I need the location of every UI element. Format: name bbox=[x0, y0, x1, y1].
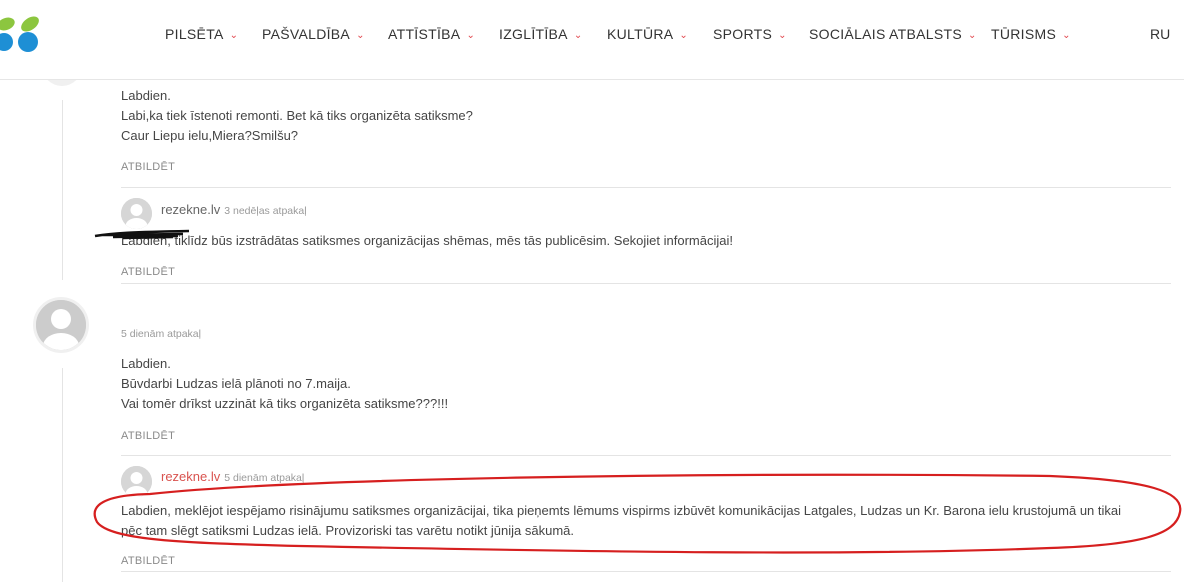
user-silhouette-icon bbox=[121, 198, 152, 229]
comment-date: 5 dienām atpakaļ bbox=[121, 328, 201, 340]
comment-text: Labdien, tiklīdz būs izstrādātas satiksm… bbox=[121, 233, 733, 248]
site-header: PILSĒTA ⌄ PAŠVALDĪBA ⌄ ATTĪSTĪBA ⌄ IZGLĪTĪB… bbox=[0, 0, 1184, 80]
nav-item-kultura[interactable]: KULTŪRA ⌄ bbox=[607, 26, 688, 42]
comment-text-line: Labdien. bbox=[121, 356, 171, 371]
nav-item-socialais-atbalsts[interactable]: SOCIĀLAIS ATBALSTS ⌄ bbox=[809, 26, 977, 42]
nav-item-pasvaldiba[interactable]: PAŠVALDĪBA ⌄ bbox=[262, 26, 365, 42]
comment-text-line: Labdien, meklējot iespējamo risinājumu s… bbox=[121, 503, 1122, 518]
comment-author: rezekne.lv 5 dienām atpakaļ bbox=[161, 469, 304, 484]
nav-item-label: TŪRISMS bbox=[991, 26, 1057, 42]
nav-item-label: PILSĒTA bbox=[165, 26, 224, 42]
comment-text-line: Labdien. bbox=[121, 88, 171, 103]
comment-date: 3 nedēļas atpakaļ bbox=[224, 205, 307, 217]
nav-item-label: ATTĪSTĪBA bbox=[388, 26, 461, 42]
avatar bbox=[121, 466, 152, 497]
user-silhouette-icon bbox=[121, 466, 152, 497]
reply-button[interactable]: ATBILDĒT bbox=[121, 266, 175, 278]
avatar bbox=[33, 297, 89, 353]
comment-text-line: Caur Liepu ielu,Miera?Smilšu? bbox=[121, 128, 299, 143]
chevron-down-icon: ⌄ bbox=[229, 30, 239, 41]
comment-date-row: 5 dienām atpakaļ bbox=[121, 325, 201, 340]
annotation-circle bbox=[93, 473, 1182, 554]
site-logo[interactable] bbox=[0, 12, 48, 60]
nav-item-label: KULTŪRA bbox=[607, 26, 674, 42]
nav-item-turisms[interactable]: TŪRISMS ⌄ bbox=[991, 26, 1071, 42]
nav-item-label: PAŠVALDĪBA bbox=[262, 26, 351, 42]
comment-text-line: Vai tomēr drīkst uzzināt kā tiks organiz… bbox=[121, 396, 449, 411]
author-name[interactable]: rezekne.lv bbox=[161, 469, 220, 484]
author-name[interactable]: rezekne.lv bbox=[161, 202, 220, 217]
reply-button[interactable]: ATBILDĒT bbox=[121, 161, 175, 173]
nav-item-label: SOCIĀLAIS ATBALSTS bbox=[809, 26, 962, 42]
nav-item-label: SPORTS bbox=[713, 26, 773, 42]
redacted-author-scribble bbox=[94, 229, 190, 240]
divider bbox=[121, 571, 1171, 572]
reply-button[interactable]: ATBILDĒT bbox=[121, 430, 175, 442]
comment-text-line: Labi,ka tiek īstenoti remonti. Bet kā ti… bbox=[121, 108, 473, 123]
nav-item-label: IZGLĪTĪBA bbox=[499, 26, 568, 42]
nav-item-sports[interactable]: SPORTS ⌄ bbox=[713, 26, 787, 42]
chevron-down-icon: ⌄ bbox=[356, 30, 365, 41]
divider bbox=[121, 187, 1171, 188]
thread-line bbox=[62, 100, 63, 280]
user-silhouette-icon bbox=[36, 300, 86, 350]
chevron-down-icon: ⌄ bbox=[778, 30, 787, 41]
avatar bbox=[121, 198, 152, 229]
comment-date: 5 dienām atpakaļ bbox=[224, 472, 305, 484]
divider bbox=[121, 283, 1171, 284]
nav-item-attistiba[interactable]: ATTĪSTĪBA ⌄ bbox=[388, 26, 475, 42]
reply-button[interactable]: ATBILDĒT bbox=[121, 555, 175, 567]
chevron-down-icon: ⌄ bbox=[679, 30, 689, 41]
language-switch[interactable]: RU bbox=[1150, 26, 1170, 42]
chevron-down-icon: ⌄ bbox=[466, 30, 476, 41]
chevron-down-icon: ⌄ bbox=[1062, 30, 1071, 41]
comment-text-line: Būvdarbi Ludzas ielā plānoti no 7.maija. bbox=[121, 376, 351, 391]
nav-item-izglitiba[interactable]: IZGLĪTĪBA ⌄ bbox=[499, 26, 583, 42]
chevron-down-icon: ⌄ bbox=[573, 30, 583, 41]
comment-author: rezekne.lv 3 nedēļas atpakaļ bbox=[161, 202, 307, 217]
thread-line bbox=[62, 368, 63, 582]
nav-item-pilseta[interactable]: PILSĒTA ⌄ bbox=[165, 26, 238, 42]
chevron-down-icon: ⌄ bbox=[967, 30, 977, 41]
divider bbox=[121, 455, 1171, 456]
comment-text-line: pēc tam slēgt satiksmi Ludzas ielā. Prov… bbox=[121, 523, 575, 538]
